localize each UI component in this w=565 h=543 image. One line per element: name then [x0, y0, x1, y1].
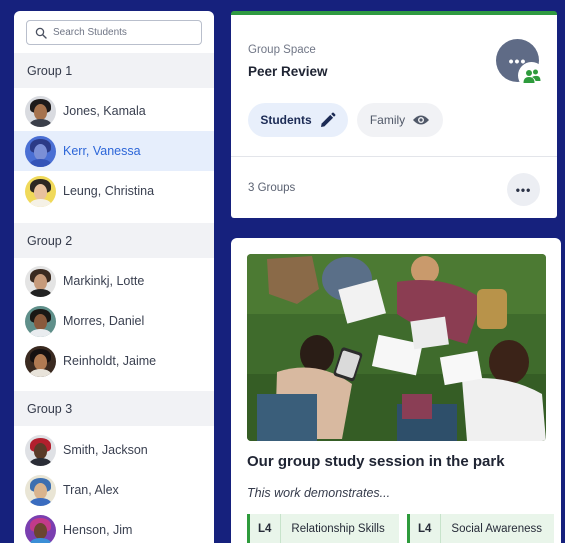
- post-title: Our group study session in the park: [247, 453, 505, 470]
- avatar: [25, 135, 56, 167]
- avatar: [25, 434, 56, 466]
- avatar: [25, 514, 56, 543]
- group-space-card: Group Space Peer Review ••• Students Fam…: [231, 11, 557, 218]
- student-name: Morres, Daniel: [63, 314, 145, 328]
- search-icon: [35, 27, 47, 39]
- students-pill-label: Students: [260, 113, 312, 127]
- group-icon: [523, 69, 540, 83]
- group-header-3: Group 3: [14, 391, 214, 426]
- divider: [231, 156, 557, 157]
- skill-tag[interactable]: L4 Social Awareness: [407, 514, 554, 543]
- skill-tag[interactable]: L4 Relationship Skills: [247, 514, 399, 543]
- post-card: Our group study session in the park This…: [231, 238, 561, 543]
- student-item-selected[interactable]: Kerr, Vanessa: [14, 131, 214, 171]
- post-photo[interactable]: [247, 254, 546, 441]
- student-name: Kerr, Vanessa: [63, 144, 141, 158]
- student-item[interactable]: Markinkj, Lotte: [14, 261, 214, 301]
- student-item[interactable]: Henson, Jim: [14, 510, 214, 543]
- student-name: Jones, Kamala: [63, 104, 146, 118]
- students-pill-button[interactable]: Students: [248, 103, 348, 137]
- group-badge: [518, 62, 545, 89]
- skill-label: Social Awareness: [451, 523, 542, 535]
- student-name: Henson, Jim: [63, 523, 133, 537]
- avatar: [25, 265, 56, 297]
- family-pill-label: Family: [369, 113, 406, 127]
- student-item[interactable]: Morres, Daniel: [14, 301, 214, 341]
- student-name: Reinholdt, Jaime: [63, 354, 157, 368]
- search-placeholder: Search Students: [53, 27, 127, 38]
- groups-count: 3 Groups: [248, 182, 296, 194]
- post-subtitle: This work demonstrates...: [247, 486, 391, 500]
- student-name: Smith, Jackson: [63, 443, 148, 457]
- search-input[interactable]: Search Students: [26, 20, 202, 45]
- student-name: Leung, Christina: [63, 184, 155, 198]
- avatar: [25, 305, 56, 337]
- post-photo-illustration: [247, 254, 546, 441]
- avatar: [25, 95, 56, 127]
- skill-level: L4: [418, 523, 432, 535]
- more-icon: •••: [515, 182, 532, 197]
- group-header-2: Group 2: [14, 223, 214, 258]
- eye-icon: [413, 115, 430, 125]
- group-space-label: Group Space: [248, 44, 316, 56]
- student-item[interactable]: Leung, Christina: [14, 171, 214, 211]
- student-item[interactable]: Tran, Alex: [14, 470, 214, 510]
- more-options-button[interactable]: •••: [507, 173, 540, 206]
- skill-label: Relationship Skills: [291, 523, 385, 535]
- student-name: Tran, Alex: [63, 483, 119, 497]
- avatar: [25, 175, 56, 207]
- family-pill-button[interactable]: Family: [357, 103, 443, 137]
- skill-level: L4: [258, 523, 272, 535]
- group-space-title: Peer Review: [248, 64, 328, 79]
- student-list-panel: Search Students Group 1 Jones, Kamala Ke…: [14, 11, 214, 543]
- avatar: [25, 345, 56, 377]
- student-item[interactable]: Jones, Kamala: [14, 91, 214, 131]
- student-name: Markinkj, Lotte: [63, 274, 145, 288]
- student-item[interactable]: Reinholdt, Jaime: [14, 341, 214, 381]
- pencil-icon: [320, 112, 336, 127]
- group-header-1: Group 1: [14, 53, 214, 88]
- student-item[interactable]: Smith, Jackson: [14, 430, 214, 470]
- avatar: [25, 474, 56, 506]
